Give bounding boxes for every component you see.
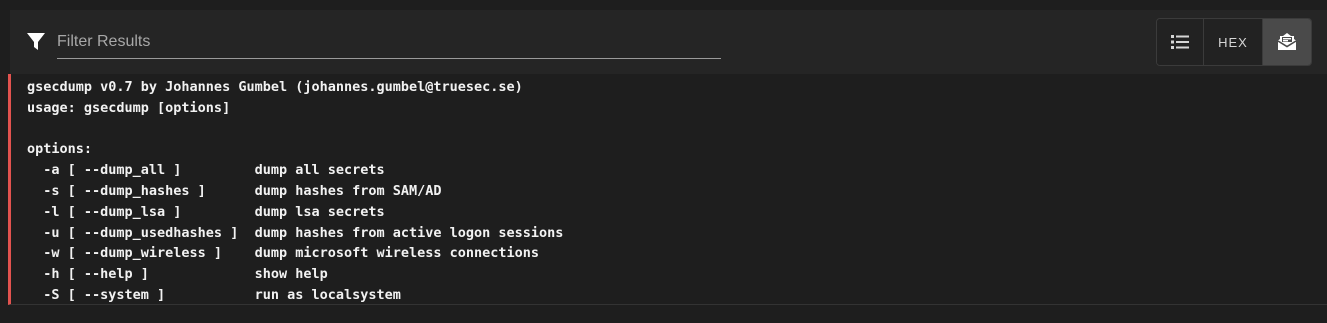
decoded-view-icon — [1277, 33, 1297, 50]
hex-view-button[interactable]: HEX — [1204, 19, 1263, 65]
filter-icon[interactable] — [26, 32, 46, 52]
decoded-view-button[interactable] — [1263, 19, 1311, 65]
hex-view-label: HEX — [1218, 34, 1248, 50]
results-toolbar: HEX — [10, 10, 1327, 74]
filter-results-input[interactable] — [57, 30, 717, 54]
command-output-panel: gsecdump v0.7 by Johannes Gumbel (johann… — [8, 74, 1327, 305]
filter-field[interactable] — [57, 28, 721, 59]
list-icon — [1171, 35, 1189, 49]
command-output-text: gsecdump v0.7 by Johannes Gumbel (johann… — [27, 79, 564, 303]
view-mode-toggle: HEX — [1156, 18, 1312, 66]
list-view-button[interactable] — [1157, 19, 1204, 65]
